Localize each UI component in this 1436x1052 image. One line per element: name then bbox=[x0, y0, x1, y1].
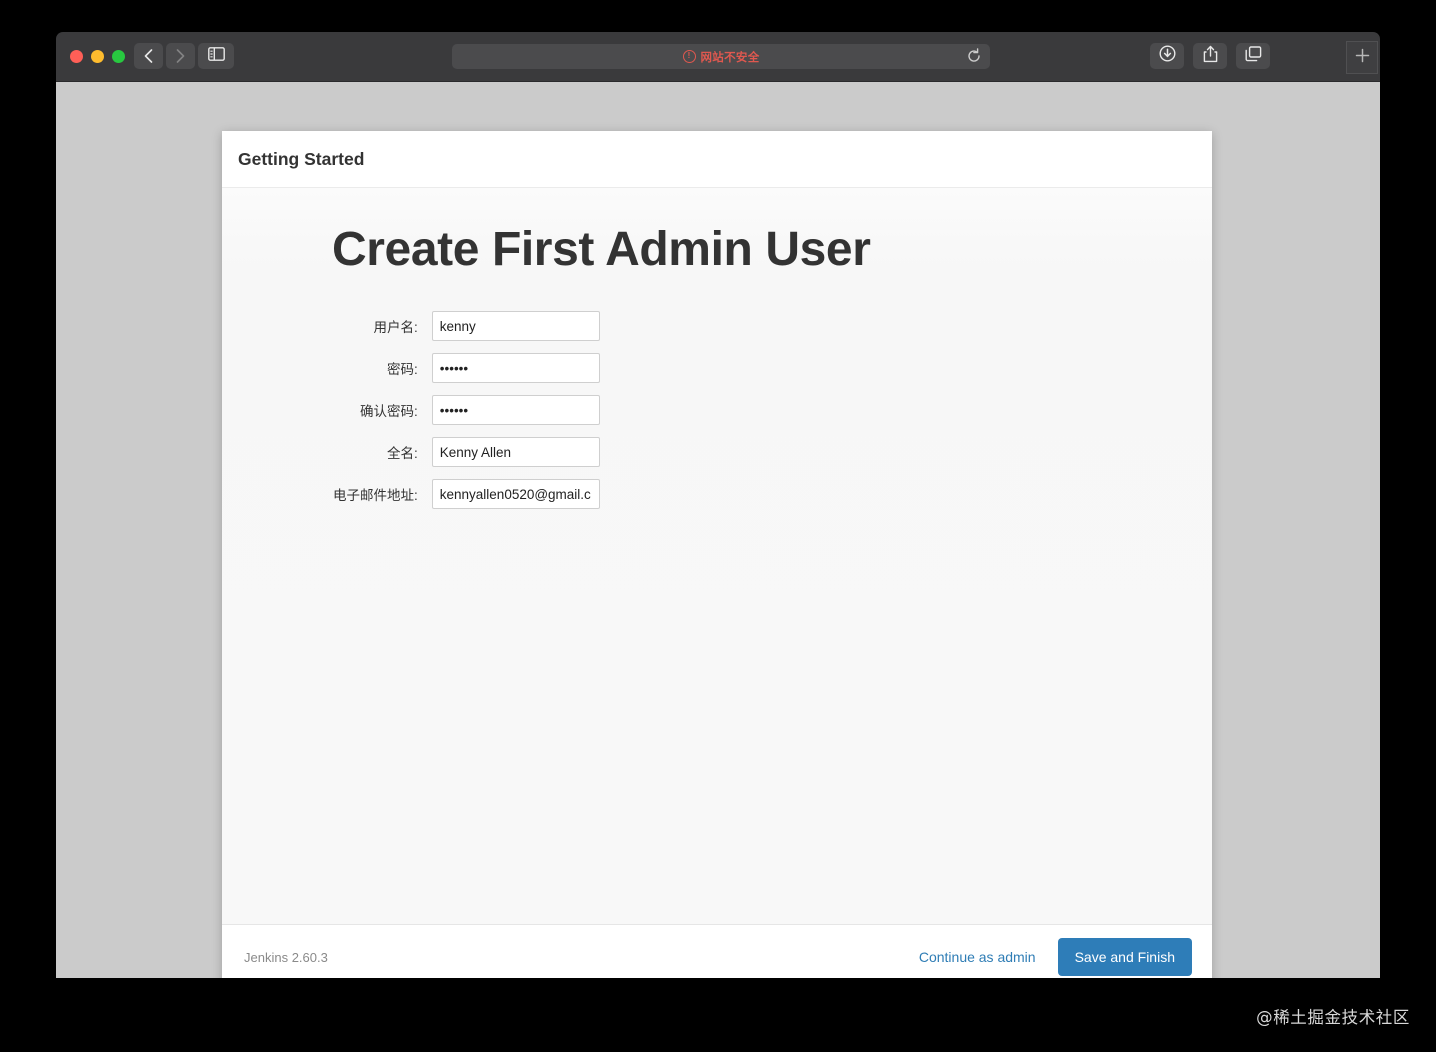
form-row-password: 密码: bbox=[332, 347, 601, 389]
chevron-left-icon bbox=[144, 49, 153, 63]
address-bar-content: ! 网站不安全 bbox=[682, 49, 760, 65]
share-button[interactable] bbox=[1193, 43, 1227, 69]
continue-as-admin-link[interactable]: Continue as admin bbox=[919, 949, 1036, 965]
password-input[interactable] bbox=[431, 353, 600, 383]
page-title: Getting Started bbox=[238, 148, 365, 169]
reload-button[interactable] bbox=[966, 48, 982, 64]
confirm-password-input[interactable] bbox=[431, 395, 600, 425]
email-label: 电子邮件地址: bbox=[333, 487, 418, 503]
sidebar-toggle-button[interactable] bbox=[198, 43, 234, 69]
minimize-window-button[interactable] bbox=[91, 50, 104, 63]
download-icon bbox=[1158, 45, 1176, 67]
downloads-button[interactable] bbox=[1150, 43, 1184, 69]
form-row-username: 用户名: bbox=[332, 305, 601, 347]
window-controls bbox=[70, 50, 125, 63]
form-row-confirm-password: 确认密码: bbox=[332, 389, 601, 431]
fullname-label: 全名: bbox=[387, 445, 418, 461]
page-viewport: Getting Started Create First Admin User … bbox=[56, 82, 1380, 978]
address-bar-text: 网站不安全 bbox=[700, 51, 760, 64]
chevron-right-icon bbox=[176, 49, 185, 63]
confirm-password-input-cell bbox=[431, 389, 601, 431]
confirm-password-label-cell: 确认密码: bbox=[332, 389, 431, 431]
sidebar-icon bbox=[207, 46, 225, 66]
forward-button[interactable] bbox=[166, 43, 195, 69]
plus-icon bbox=[1355, 48, 1370, 68]
setup-wizard-card: Getting Started Create First Admin User … bbox=[222, 131, 1212, 978]
username-label: 用户名: bbox=[373, 319, 418, 335]
tabs-icon bbox=[1245, 45, 1262, 67]
email-input[interactable] bbox=[431, 479, 600, 509]
browser-toolbar: ! 网站不安全 bbox=[56, 32, 1380, 82]
card-body: Create First Admin User 用户名: kenny 密码: •… bbox=[222, 188, 1212, 924]
new-tab-button[interactable] bbox=[1346, 41, 1378, 74]
close-window-button[interactable] bbox=[70, 50, 83, 63]
back-button[interactable] bbox=[134, 43, 163, 69]
zoom-window-button[interactable] bbox=[112, 50, 125, 63]
password-input-cell bbox=[431, 347, 601, 389]
address-bar[interactable]: ! 网站不安全 bbox=[452, 44, 990, 69]
password-label: 密码: bbox=[387, 361, 418, 377]
confirm-password-label: 确认密码: bbox=[360, 403, 418, 419]
screenshot-root: ! 网站不安全 Getting Started Create First Adm… bbox=[0, 0, 1436, 1052]
jenkins-version-label: Jenkins 2.60.3 bbox=[244, 949, 328, 965]
username-input-cell bbox=[431, 305, 601, 347]
email-input-cell bbox=[431, 473, 601, 515]
footer-actions: Continue as admin Save and Finish bbox=[919, 938, 1192, 976]
admin-user-form: 用户名: 密码: bbox=[332, 305, 601, 515]
tab-overview-button[interactable] bbox=[1236, 43, 1270, 69]
form-row-fullname: 全名: bbox=[332, 431, 601, 473]
username-input[interactable] bbox=[431, 311, 600, 341]
share-icon bbox=[1203, 45, 1218, 68]
password-label-cell: 密码: bbox=[332, 347, 431, 389]
card-footer: Jenkins 2.60.3 Continue as admin Save an… bbox=[222, 924, 1212, 978]
navigation-buttons bbox=[134, 43, 195, 69]
save-and-finish-button[interactable]: Save and Finish bbox=[1057, 938, 1192, 976]
watermark: @稀土掘金技术社区 bbox=[1256, 1008, 1410, 1027]
fullname-input-cell bbox=[431, 431, 601, 473]
insecure-warning-icon: ! bbox=[682, 50, 696, 63]
card-header: Getting Started bbox=[222, 131, 1212, 188]
sidebar-toggle-group bbox=[198, 43, 234, 69]
main-heading: Create First Admin User bbox=[332, 223, 871, 276]
fullname-input[interactable] bbox=[431, 437, 600, 467]
browser-window: ! 网站不安全 Getting Started Create First Adm… bbox=[56, 32, 1380, 978]
toolbar-right-tools bbox=[1150, 43, 1270, 69]
fullname-label-cell: 全名: bbox=[332, 431, 431, 473]
email-label-cell: 电子邮件地址: bbox=[332, 473, 431, 515]
username-label-cell: 用户名: bbox=[332, 305, 431, 347]
form-row-email: 电子邮件地址: bbox=[332, 473, 601, 515]
